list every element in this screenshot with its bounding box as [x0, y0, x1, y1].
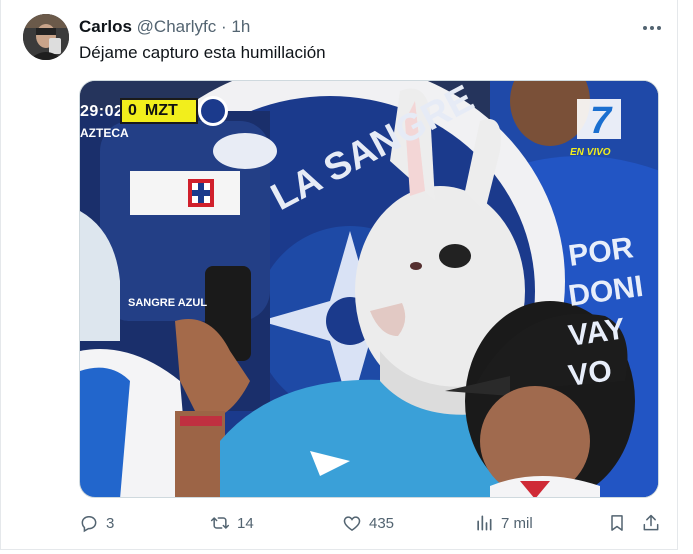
live-label: EN VIVO	[570, 147, 611, 158]
like-icon	[343, 516, 361, 531]
header-separator: ·	[221, 17, 227, 36]
match-clock: 29:02	[80, 103, 124, 120]
reply-count: 3	[106, 514, 115, 532]
share-icon	[643, 514, 659, 531]
bookmark-button[interactable]	[607, 510, 627, 536]
views-icon	[477, 515, 492, 531]
shirt-text-line-4: VO	[566, 354, 614, 393]
tweet-card[interactable]: Carlos @Charlyfc · 1h Déjame capturo est…	[0, 0, 678, 550]
reply-button[interactable]: 3	[79, 510, 114, 536]
broadcaster-label: AZTECA	[80, 126, 129, 140]
like-button[interactable]: 435	[342, 510, 394, 536]
share-button[interactable]	[641, 510, 661, 536]
more-icon[interactable]	[641, 18, 663, 38]
avatar[interactable]	[23, 14, 69, 60]
score-value: 0	[128, 102, 137, 119]
channel-number: 7	[590, 100, 613, 142]
reply-icon	[81, 516, 97, 533]
team-abbreviation: MZT	[144, 102, 178, 119]
tweet-media-image[interactable]: LA SANGRE SANGRE AZUL POR DONI VAY VO 7 …	[79, 80, 659, 498]
views-button[interactable]: 7 mil	[474, 510, 533, 536]
banner-emblem-text: SANGRE AZUL	[128, 297, 207, 309]
channel-7-logo: 7	[577, 99, 621, 142]
repost-button[interactable]: 14	[210, 510, 254, 536]
tweet-text: Déjame capturo esta humillación	[79, 43, 326, 62]
like-count: 435	[369, 514, 395, 532]
repost-icon	[210, 517, 230, 529]
timestamp[interactable]: 1h	[231, 17, 250, 36]
author-handle[interactable]: @Charlyfc	[137, 17, 217, 36]
bookmark-icon	[611, 515, 623, 531]
tweet-header: Carlos @Charlyfc · 1h	[79, 16, 250, 38]
repost-count: 14	[237, 514, 254, 532]
score-badge: 0 MZT	[120, 98, 198, 124]
author-name[interactable]: Carlos	[79, 17, 132, 36]
tweet-actions: 3 14 435 7 mil	[79, 510, 669, 536]
views-count: 7 mil	[501, 514, 533, 532]
